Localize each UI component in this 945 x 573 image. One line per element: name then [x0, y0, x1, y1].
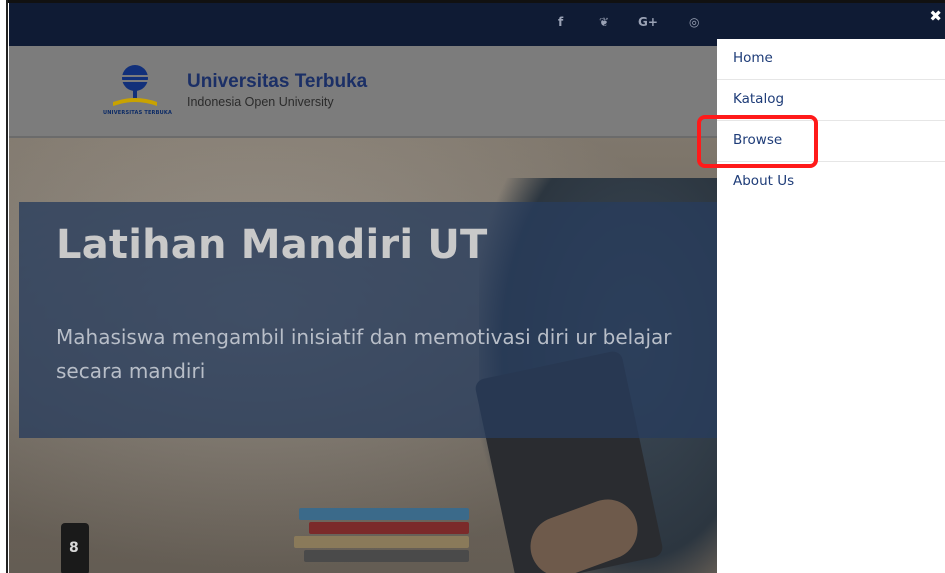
logo-caption: UNIVERSITAS TERBUKA: [103, 110, 173, 116]
side-menu-header: ✖: [717, 3, 945, 39]
brand-title[interactable]: Universitas Terbuka: [187, 71, 367, 93]
instagram-icon[interactable]: ◎: [689, 15, 699, 29]
left-frame: [0, 0, 8, 573]
main-page: f ❦ G+ ◎ UNIVERSITAS TERBUKA Universitas…: [9, 3, 717, 573]
browse-highlight-box: [697, 115, 818, 168]
hero-caption-panel: Latihan Mandiri UT Mahasiswa mengambil i…: [19, 202, 717, 438]
facebook-icon[interactable]: f: [558, 15, 563, 29]
menu-item-label: Home: [733, 50, 773, 66]
side-menu: ✖ Home Katalog Browse About Us: [717, 3, 945, 573]
twitter-icon[interactable]: ❦: [599, 15, 609, 29]
menu-item-label: Katalog: [733, 91, 785, 107]
google-plus-icon[interactable]: G+: [638, 15, 658, 29]
site-header: UNIVERSITAS TERBUKA Universitas Terbuka …: [9, 46, 717, 138]
hero-description: Mahasiswa mengambil inisiatif dan memoti…: [56, 325, 672, 383]
books-image: [289, 498, 479, 573]
bottle-label: 8: [69, 540, 79, 556]
menu-item-about-us[interactable]: About Us: [717, 162, 945, 203]
university-logo-icon[interactable]: [105, 58, 165, 118]
hero-title: Latihan Mandiri UT: [56, 222, 488, 268]
hero-banner: 8 Latihan Mandiri UT Mahasiswa mengambil…: [9, 138, 717, 573]
menu-item-label: About Us: [733, 173, 795, 189]
top-bar: f ❦ G+ ◎: [9, 3, 717, 46]
close-icon[interactable]: ✖: [929, 7, 942, 25]
menu-item-home[interactable]: Home: [717, 39, 945, 80]
brand-subtitle: Indonesia Open University: [187, 95, 334, 109]
